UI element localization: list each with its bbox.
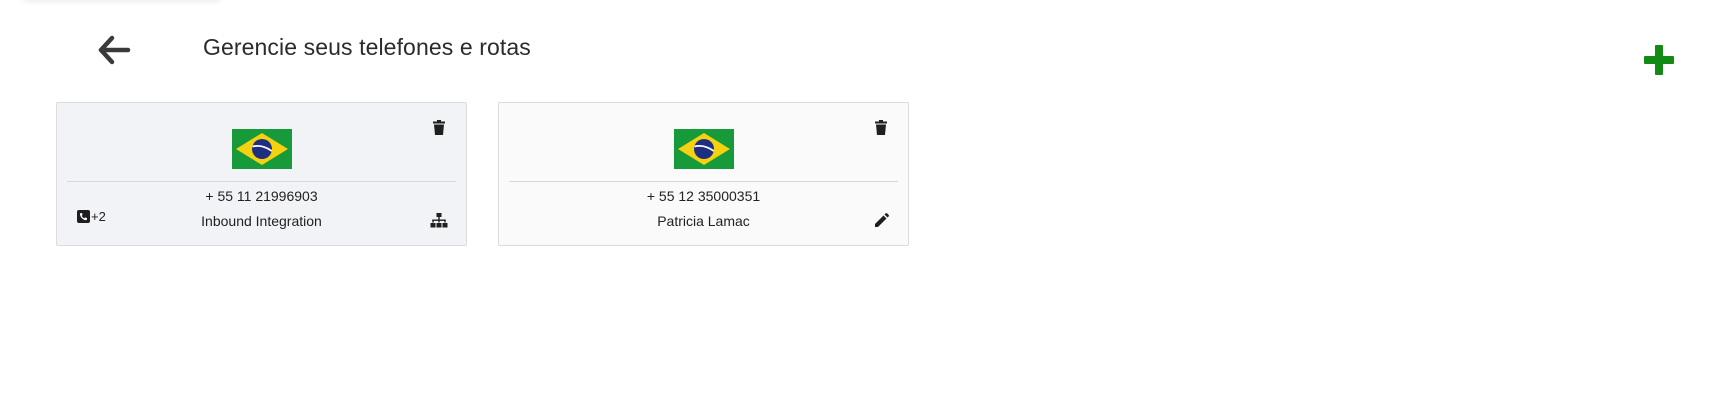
route-name: Patricia Lamac <box>657 213 750 229</box>
route-name: Inbound Integration <box>201 213 322 229</box>
pencil-icon <box>874 212 889 227</box>
trash-icon <box>433 119 445 135</box>
page-title: Gerencie seus telefones e rotas <box>203 34 531 60</box>
card-divider <box>509 181 898 182</box>
phone-square-icon <box>77 210 90 223</box>
brazil-flag <box>674 129 734 169</box>
card-divider <box>67 181 456 182</box>
back-button[interactable] <box>94 32 134 68</box>
brazil-flag <box>232 129 292 169</box>
phone-card[interactable]: + 55 11 21996903 Inbound Integration +2 <box>56 102 467 246</box>
delete-button[interactable] <box>872 117 890 137</box>
add-phone-button[interactable] <box>1641 42 1677 78</box>
arrow-left-icon <box>98 35 131 65</box>
phone-number: + 55 11 21996903 <box>205 188 318 204</box>
extra-phones-indicator[interactable]: +2 <box>77 209 106 224</box>
extra-phones-count: +2 <box>91 209 106 224</box>
sitemap-icon <box>430 212 448 227</box>
trash-icon <box>875 119 887 135</box>
edit-button[interactable] <box>870 209 892 231</box>
phone-card[interactable]: + 55 12 35000351 Patricia Lamac <box>498 102 909 246</box>
phone-number: + 55 12 35000351 <box>646 188 761 204</box>
delete-button[interactable] <box>430 117 448 137</box>
plus-icon <box>1644 45 1674 75</box>
routing-button[interactable] <box>428 209 450 231</box>
